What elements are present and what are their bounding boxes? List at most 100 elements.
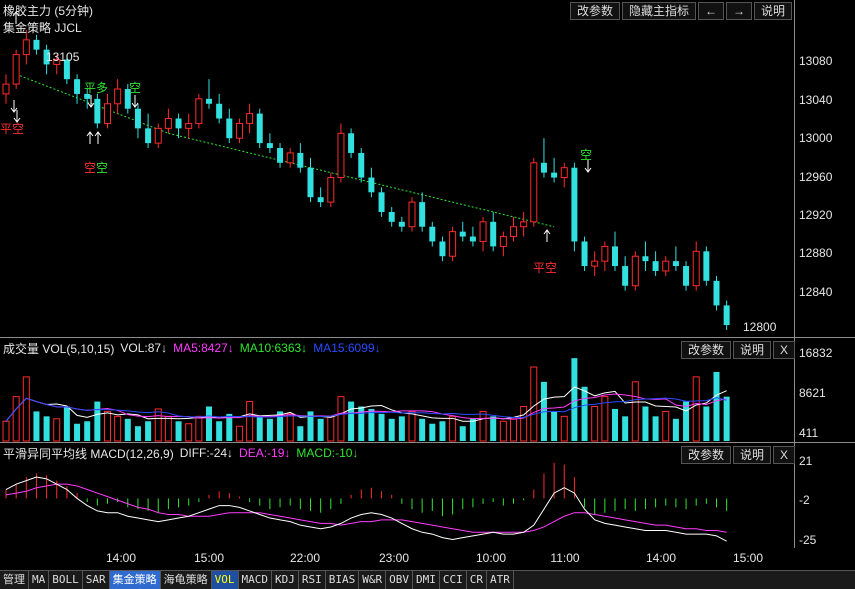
candle xyxy=(551,157,558,183)
volume-bar xyxy=(84,421,91,441)
candle-body xyxy=(378,192,385,212)
edit-params-button[interactable]: 改参数 xyxy=(569,2,620,20)
tab-5[interactable]: 海龟策略 xyxy=(161,571,212,589)
volume-bar xyxy=(419,418,426,441)
tab-11[interactable]: W&R xyxy=(359,571,387,589)
candle-body xyxy=(368,177,375,193)
candle xyxy=(490,211,497,252)
x-tick: 14:00 xyxy=(645,551,677,565)
candle-body xyxy=(398,221,405,227)
tab-16[interactable]: ATR xyxy=(487,571,514,589)
tab-9[interactable]: RSI xyxy=(299,571,326,589)
tab-1[interactable]: MA xyxy=(29,571,50,589)
tab-10[interactable]: BIAS xyxy=(326,571,360,589)
high-price-label: 13105 xyxy=(46,50,80,64)
candle-body xyxy=(114,88,122,105)
close-icon[interactable]: X xyxy=(772,446,795,464)
volume-bar xyxy=(408,410,416,442)
volume-ma-line xyxy=(5,386,727,422)
volume-bar xyxy=(439,421,446,441)
volume-bar xyxy=(581,386,588,441)
help-button[interactable]: 说明 xyxy=(732,341,771,359)
edit-params-button[interactable]: 改参数 xyxy=(680,341,731,359)
edit-params-button[interactable]: 改参数 xyxy=(680,446,731,464)
candle-body xyxy=(642,256,649,262)
y-tick: 21 xyxy=(799,454,813,468)
candle xyxy=(662,256,670,276)
y-tick: 12960 xyxy=(799,170,833,184)
volume-bar xyxy=(185,423,193,442)
tab-4[interactable]: 集金策略 xyxy=(109,571,161,589)
volume-bar xyxy=(368,408,375,441)
volume-bar xyxy=(520,405,528,442)
low-price-label: 12800 xyxy=(743,320,777,334)
candle-body xyxy=(723,305,730,326)
tab-2[interactable]: BOLL xyxy=(49,571,83,589)
signal-label: 空 xyxy=(580,148,593,162)
candle xyxy=(277,143,284,168)
volume-bar xyxy=(124,418,131,441)
arrow-left-icon[interactable]: ← xyxy=(697,2,724,20)
volume-bar xyxy=(114,415,122,442)
candle-body xyxy=(297,152,304,168)
tab-7[interactable]: MACD xyxy=(239,571,272,589)
macd-title: 平滑异同平均线 MACD(12,26,9) DIFF:-24↓ DEA:-19↓… xyxy=(3,446,359,461)
candle xyxy=(358,148,365,183)
volume-bar xyxy=(134,426,141,441)
volume-bar xyxy=(703,406,710,441)
volume-bar xyxy=(571,358,578,441)
volume-bar xyxy=(337,396,345,442)
candle xyxy=(368,167,375,198)
candle xyxy=(74,74,81,104)
candle-body xyxy=(337,132,345,179)
main-toolbar: 改参数 隐藏主指标 ← → 说明 xyxy=(569,2,792,20)
candle xyxy=(175,113,182,139)
candle-body xyxy=(601,245,609,262)
volume-bar xyxy=(499,420,507,442)
volume-bar xyxy=(94,401,101,441)
candle-body xyxy=(317,197,324,203)
volume-toolbar: 改参数 说明 X xyxy=(680,341,795,359)
candle-body xyxy=(551,172,558,178)
time-axis: 14:00 15:00 22:00 23:00 10:00 11:00 14:0… xyxy=(0,548,855,570)
candle xyxy=(631,251,639,291)
help-button[interactable]: 说明 xyxy=(732,446,771,464)
tab-8[interactable]: KDJ xyxy=(272,571,299,589)
candle xyxy=(307,157,314,203)
candle xyxy=(713,275,720,311)
candle-body xyxy=(622,266,629,286)
tab-12[interactable]: OBV xyxy=(386,571,413,589)
volume-bar xyxy=(652,416,659,441)
volume-bar xyxy=(692,376,700,442)
candle-body xyxy=(104,103,111,124)
volume-bar xyxy=(591,405,599,442)
tab-15[interactable]: CR xyxy=(467,571,487,589)
volume-bar xyxy=(560,415,568,442)
close-icon[interactable]: X xyxy=(772,341,795,359)
candle-body xyxy=(266,143,273,149)
candle xyxy=(510,216,517,242)
candle-body xyxy=(235,122,243,139)
candle-body xyxy=(175,118,182,129)
signal-double-label: 空空 xyxy=(84,161,109,175)
volume-bar xyxy=(216,421,223,441)
candle xyxy=(256,108,263,149)
arrow-right-icon[interactable]: → xyxy=(725,2,752,20)
tab-3[interactable]: SAR xyxy=(83,571,110,589)
x-tick: 23:00 xyxy=(378,551,410,565)
candle-body xyxy=(216,103,223,119)
tab-13[interactable]: DMI xyxy=(413,571,440,589)
volume-bar xyxy=(266,418,273,441)
tab-14[interactable]: CCI xyxy=(440,571,467,589)
volume-bar xyxy=(2,420,10,442)
candle-body xyxy=(206,98,212,104)
tab-6[interactable]: VOL xyxy=(211,571,239,589)
candle-body xyxy=(652,261,659,271)
help-button[interactable]: 说明 xyxy=(753,2,792,20)
hide-main-indicator-button[interactable]: 隐藏主指标 xyxy=(621,2,696,20)
main-chart-panel: 橡胶主力 (5分钟) 集金策略 JJCL 改参数 隐藏主指标 ← → 说明 13… xyxy=(0,0,855,337)
candle xyxy=(337,123,345,183)
volume-bar xyxy=(12,396,20,442)
tab-0[interactable]: 管理 xyxy=(0,571,29,589)
volume-bar xyxy=(206,406,212,441)
